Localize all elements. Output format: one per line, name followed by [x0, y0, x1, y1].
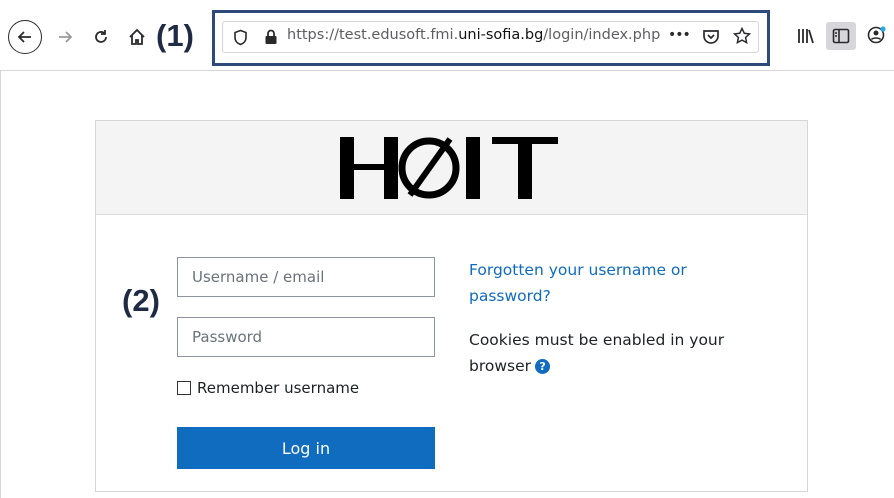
pocket-icon[interactable] — [700, 26, 722, 48]
cookies-notice: Cookies must be enabled in your browser? — [469, 327, 739, 379]
back-button[interactable] — [8, 20, 42, 54]
arrow-left-icon — [17, 31, 31, 43]
sidebar-icon — [832, 28, 850, 44]
home-icon — [129, 28, 145, 45]
url-prefix: https://test.edusoft.fmi. — [287, 27, 459, 43]
sidebar-toggle-button[interactable] — [826, 22, 856, 50]
login-button[interactable]: Log in — [177, 427, 435, 469]
remember-username-checkbox[interactable] — [177, 381, 191, 395]
url-domain: uni-sofia.bg — [458, 27, 544, 43]
reload-icon — [95, 30, 107, 43]
password-input[interactable] — [177, 317, 435, 357]
home-button[interactable] — [124, 23, 150, 51]
library-icon[interactable] — [794, 24, 818, 48]
remember-username-label: Remember username — [197, 379, 360, 397]
forgot-password-link[interactable]: Forgotten your username or password? — [469, 257, 709, 309]
page-left-edge — [0, 71, 1, 498]
browser-toolbar: (1) https://test.edusoft.fmi.uni-sofia.b… — [0, 0, 894, 76]
login-card-header — [96, 121, 807, 215]
lock-icon[interactable] — [262, 27, 280, 47]
cookies-text: Cookies must be enabled in your browser — [469, 331, 725, 375]
site-logo — [332, 133, 568, 203]
help-icon[interactable]: ? — [535, 359, 551, 374]
shield-icon[interactable] — [230, 27, 250, 47]
page-actions-button[interactable]: ••• — [668, 27, 691, 43]
annotation-label-1: (1) — [156, 18, 194, 53]
arrow-right-icon — [59, 31, 73, 43]
url-suffix: /login/index.php — [543, 27, 661, 43]
toolbar-divider — [0, 70, 894, 71]
account-icon[interactable] — [864, 22, 890, 48]
annotation-label-2: (2) — [122, 283, 160, 318]
username-input[interactable] — [177, 257, 435, 297]
remember-username-row[interactable]: Remember username — [177, 379, 359, 397]
url-text[interactable]: https://test.edusoft.fmi.uni-sofia.bg/lo… — [287, 27, 660, 43]
forward-button[interactable] — [52, 23, 78, 51]
bookmark-star-icon[interactable] — [731, 25, 753, 47]
reload-button[interactable] — [88, 23, 114, 51]
